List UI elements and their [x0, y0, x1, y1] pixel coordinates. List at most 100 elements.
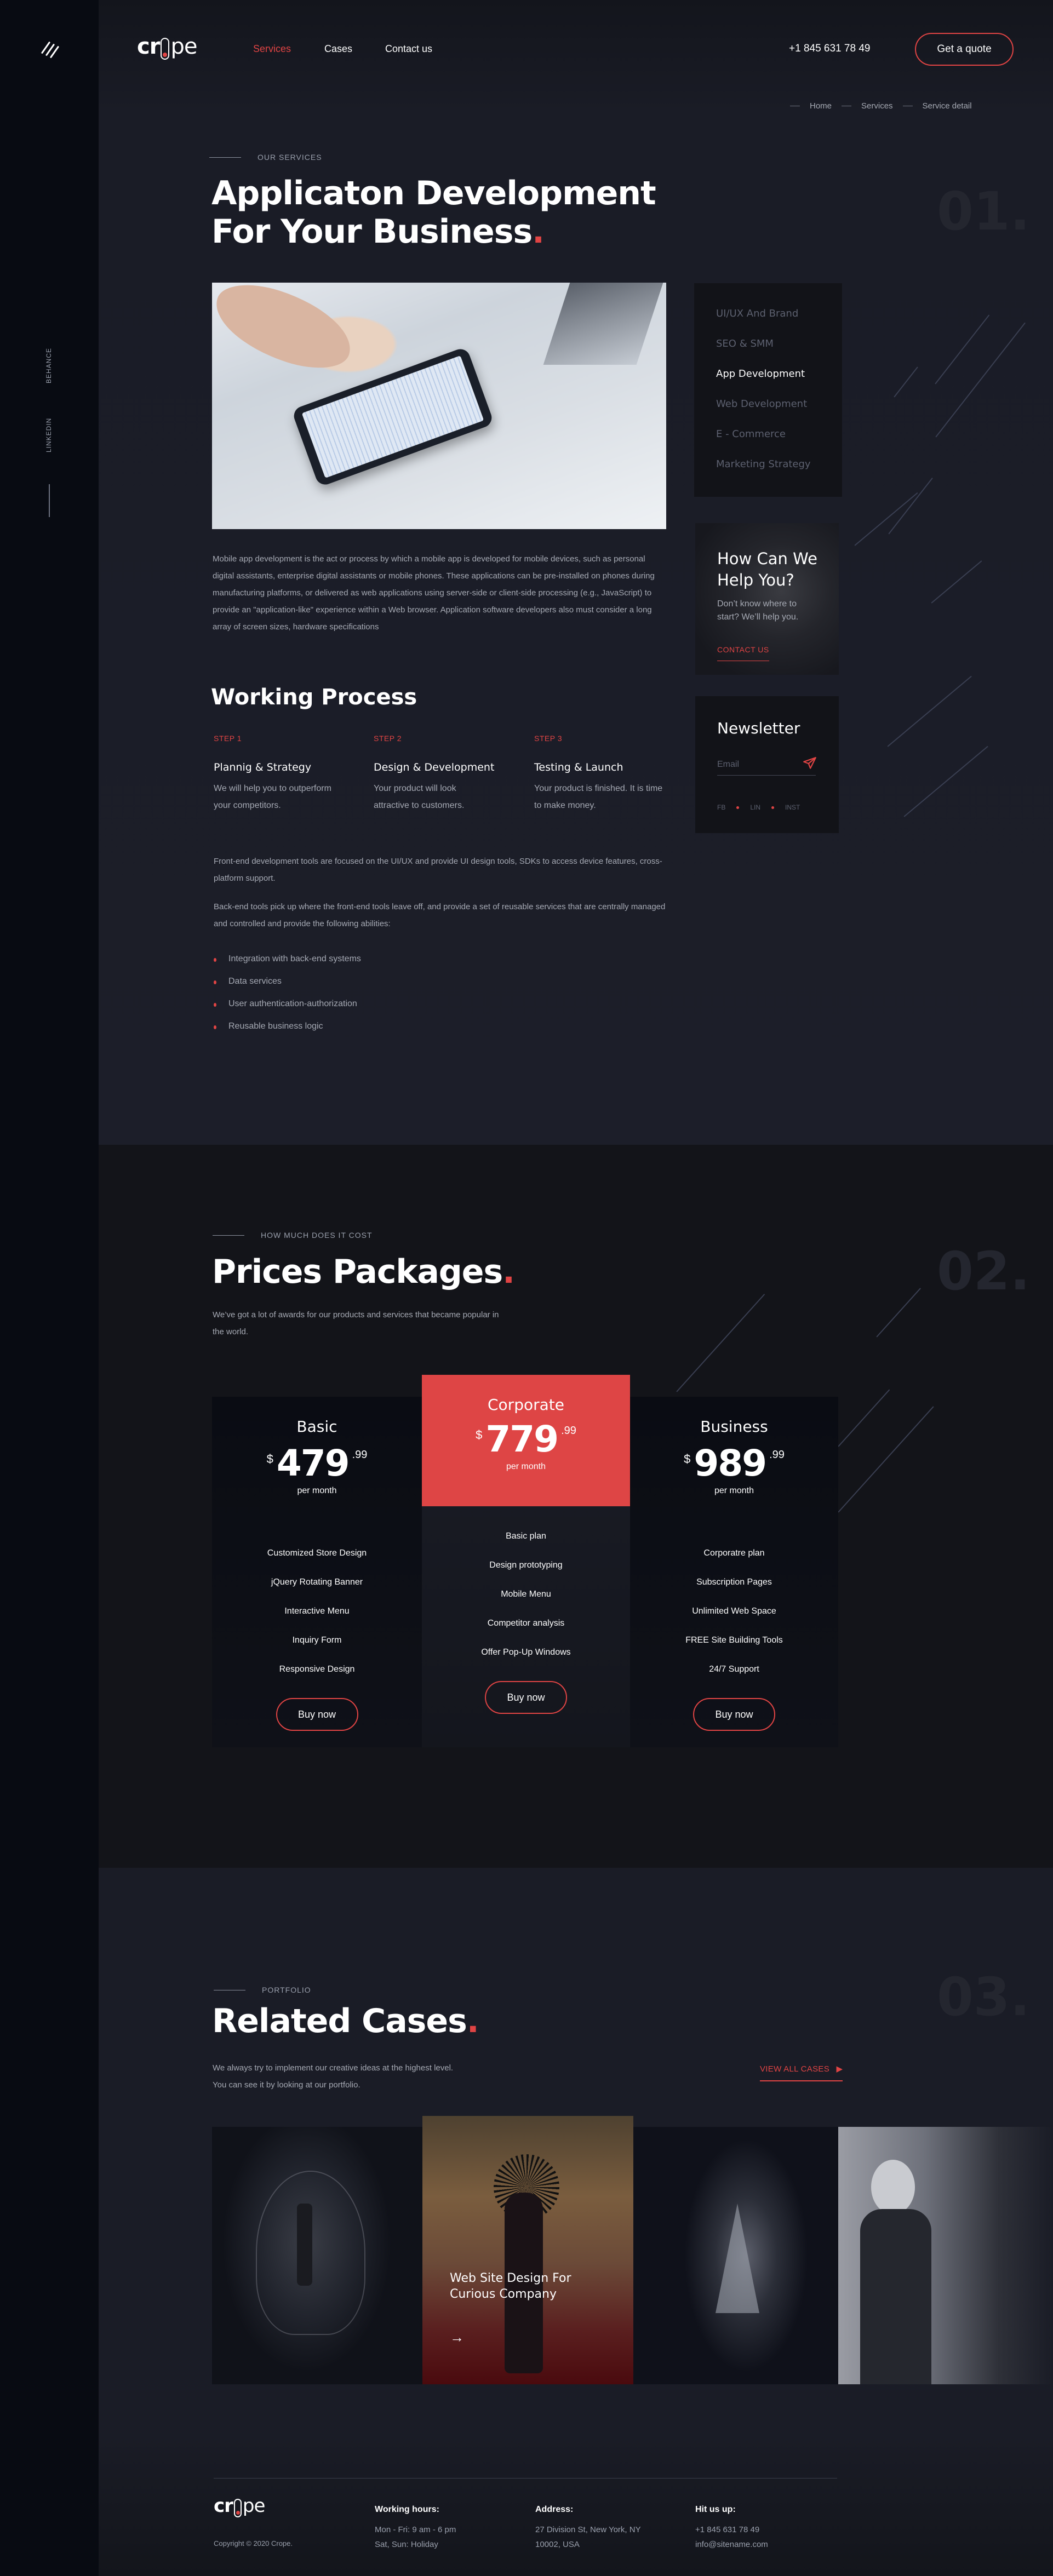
- newsletter-email-input[interactable]: [717, 754, 816, 776]
- list-item: Integration with back-end systems: [214, 954, 361, 977]
- eyebrow-text: OUR SERVICES: [257, 153, 322, 162]
- social-inst[interactable]: INST: [785, 804, 800, 811]
- case-card[interactable]: [838, 2127, 1053, 2384]
- arrow-right-icon[interactable]: →: [450, 2329, 464, 2346]
- footer-phone[interactable]: +1 845 631 78 49: [695, 2522, 768, 2537]
- hero-image-tablet: [212, 283, 666, 529]
- cases-eyebrow: PORTFOLIO: [214, 1986, 311, 1994]
- service-menu-item[interactable]: Web Development: [716, 398, 807, 410]
- plan-period: per month: [506, 1462, 546, 1471]
- process-step: STEP 3 Testing & Launch Your product is …: [534, 734, 671, 814]
- service-eyebrow: OUR SERVICES: [209, 153, 322, 162]
- plan-period: per month: [297, 1486, 337, 1495]
- price-card-basic: Basic $479.99 per month Customized Store…: [212, 1397, 422, 1747]
- footer-text: Sat, Sun: Holiday: [375, 2540, 438, 2549]
- service-menu-item[interactable]: SEO & SMM: [716, 338, 774, 349]
- step-title: Testing & Launch: [534, 761, 623, 773]
- plan-feature: Offer Pop-Up Windows: [481, 1648, 571, 1657]
- help-title: How Can We Help You?: [717, 549, 817, 589]
- help-text: Don’t know where to start? We’ll help yo…: [717, 599, 799, 622]
- backend-paragraph: Back-end tools pick up where the front-e…: [214, 902, 666, 928]
- title-text: Related Cases: [212, 2002, 467, 2040]
- service-intro: Mobile app development is the act or pro…: [213, 554, 655, 632]
- header-phone[interactable]: +1 845 631 78 49: [789, 43, 870, 55]
- plan-feature: Basic plan: [506, 1531, 546, 1541]
- abilities-list: Integration with back-end systems Data s…: [214, 954, 361, 1044]
- price-cents: .99: [561, 1425, 576, 1437]
- logo-text-left: cr: [214, 2495, 233, 2517]
- social-link-behance[interactable]: BEHANCE: [45, 348, 53, 383]
- footer-address: Address: 27 Division St, New York, NY 10…: [535, 2505, 641, 2552]
- footer-email[interactable]: info@sitename.com: [695, 2537, 768, 2552]
- case-card[interactable]: [633, 2127, 838, 2384]
- service-menu-item-active[interactable]: App Development: [716, 368, 805, 380]
- send-icon[interactable]: [803, 756, 817, 771]
- left-rail: BEHANCE LINKEDIN: [0, 0, 99, 2576]
- plan-price: $479.99: [212, 1444, 422, 1483]
- service-menu-item[interactable]: UI/UX And Brand: [716, 308, 798, 319]
- nav-cases[interactable]: Cases: [324, 43, 352, 55]
- newsletter-social: FB LIN INST: [717, 804, 800, 811]
- eyebrow-text: PORTFOLIO: [262, 1986, 311, 1994]
- buy-now-button[interactable]: Buy now: [485, 1681, 567, 1714]
- step-label: STEP 1: [214, 734, 242, 743]
- title-line-2: For Your Business: [211, 213, 533, 251]
- pricing-title: Prices Packages.: [212, 1253, 515, 1291]
- service-menu: UI/UX And Brand SEO & SMM App Developmen…: [694, 283, 842, 497]
- logo[interactable]: cr pe: [137, 34, 197, 60]
- step-title: Plannig & Strategy: [214, 761, 312, 773]
- footer-text: Mon - Fri: 9 am - 6 pm: [375, 2525, 456, 2534]
- plan-feature: Interactive Menu: [284, 1607, 350, 1616]
- plan-price: $989.99: [630, 1444, 838, 1483]
- case-card-featured[interactable]: Web Site Design For Curious Company →: [422, 2116, 633, 2384]
- social-link-linkedin[interactable]: LINKEDIN: [45, 418, 53, 452]
- social-fb[interactable]: FB: [717, 804, 725, 811]
- social-lin[interactable]: LIN: [750, 804, 760, 811]
- view-all-cases-link[interactable]: VIEW ALL CASES ▶: [760, 2064, 843, 2081]
- get-quote-button[interactable]: Get a quote: [915, 33, 1014, 66]
- process-step: STEP 2 Design & Development Your product…: [374, 734, 511, 814]
- price-cents: .99: [352, 1449, 368, 1461]
- buy-now-button[interactable]: Buy now: [693, 1698, 775, 1731]
- play-arrow-icon: ▶: [836, 2064, 843, 2074]
- menu-icon[interactable]: [39, 38, 61, 59]
- plan-feature: Competitor analysis: [487, 1619, 565, 1628]
- logo-text-right: pe: [242, 2495, 265, 2517]
- plan-name: Basic: [296, 1418, 337, 1436]
- plan-features: Basic plan Design prototyping Mobile Men…: [422, 1531, 630, 1677]
- footer-heading: Address:: [535, 2505, 574, 2514]
- list-item: User authentication-authorization: [214, 999, 361, 1022]
- plan-feature: Mobile Menu: [501, 1590, 551, 1599]
- plan-feature: Unlimited Web Space: [692, 1607, 776, 1616]
- breadcrumb-home[interactable]: Home: [810, 101, 832, 111]
- breadcrumb-services[interactable]: Services: [861, 101, 893, 111]
- service-menu-item[interactable]: E - Commerce: [716, 428, 786, 440]
- title-dot: .: [502, 1253, 515, 1291]
- plan-feature: Subscription Pages: [696, 1577, 772, 1587]
- pricing-eyebrow: HOW MUCH DOES IT COST: [213, 1231, 373, 1240]
- footer-logo[interactable]: cr pe: [214, 2495, 265, 2517]
- service-menu-item[interactable]: Marketing Strategy: [716, 458, 811, 470]
- case-caption: Web Site Design For Curious Company: [450, 2271, 571, 2301]
- plan-features: Corporatre plan Subscription Pages Unlim…: [630, 1548, 838, 1694]
- footer-heading: Hit us up:: [695, 2505, 736, 2514]
- nav-contact[interactable]: Contact us: [385, 43, 432, 55]
- case-card[interactable]: [212, 2127, 422, 2384]
- price-amount: 779: [485, 1418, 559, 1460]
- newsletter-card: Newsletter FB LIN INST: [695, 696, 839, 833]
- eyebrow-text: HOW MUCH DOES IT COST: [261, 1231, 373, 1240]
- footer-heading: Working hours:: [375, 2505, 439, 2514]
- price-currency: $: [476, 1428, 483, 1442]
- copyright: Copyright © 2020 Crope.: [214, 2539, 293, 2548]
- price-currency: $: [684, 1452, 691, 1466]
- subtitle-line: You can see it by looking at our portfol…: [213, 2080, 360, 2090]
- process-step: STEP 1 Plannig & Strategy We will help y…: [214, 734, 351, 814]
- contact-us-link[interactable]: CONTACT US: [717, 645, 769, 661]
- list-item: Reusable business logic: [214, 1022, 361, 1044]
- buy-now-button[interactable]: Buy now: [276, 1698, 358, 1731]
- footer-divider: [214, 2478, 837, 2479]
- nav-services[interactable]: Services: [253, 43, 291, 55]
- step-text: Your product will look attractive to cus…: [374, 784, 465, 810]
- logo-text-left: cr: [137, 34, 160, 59]
- step-label: STEP 2: [374, 734, 402, 743]
